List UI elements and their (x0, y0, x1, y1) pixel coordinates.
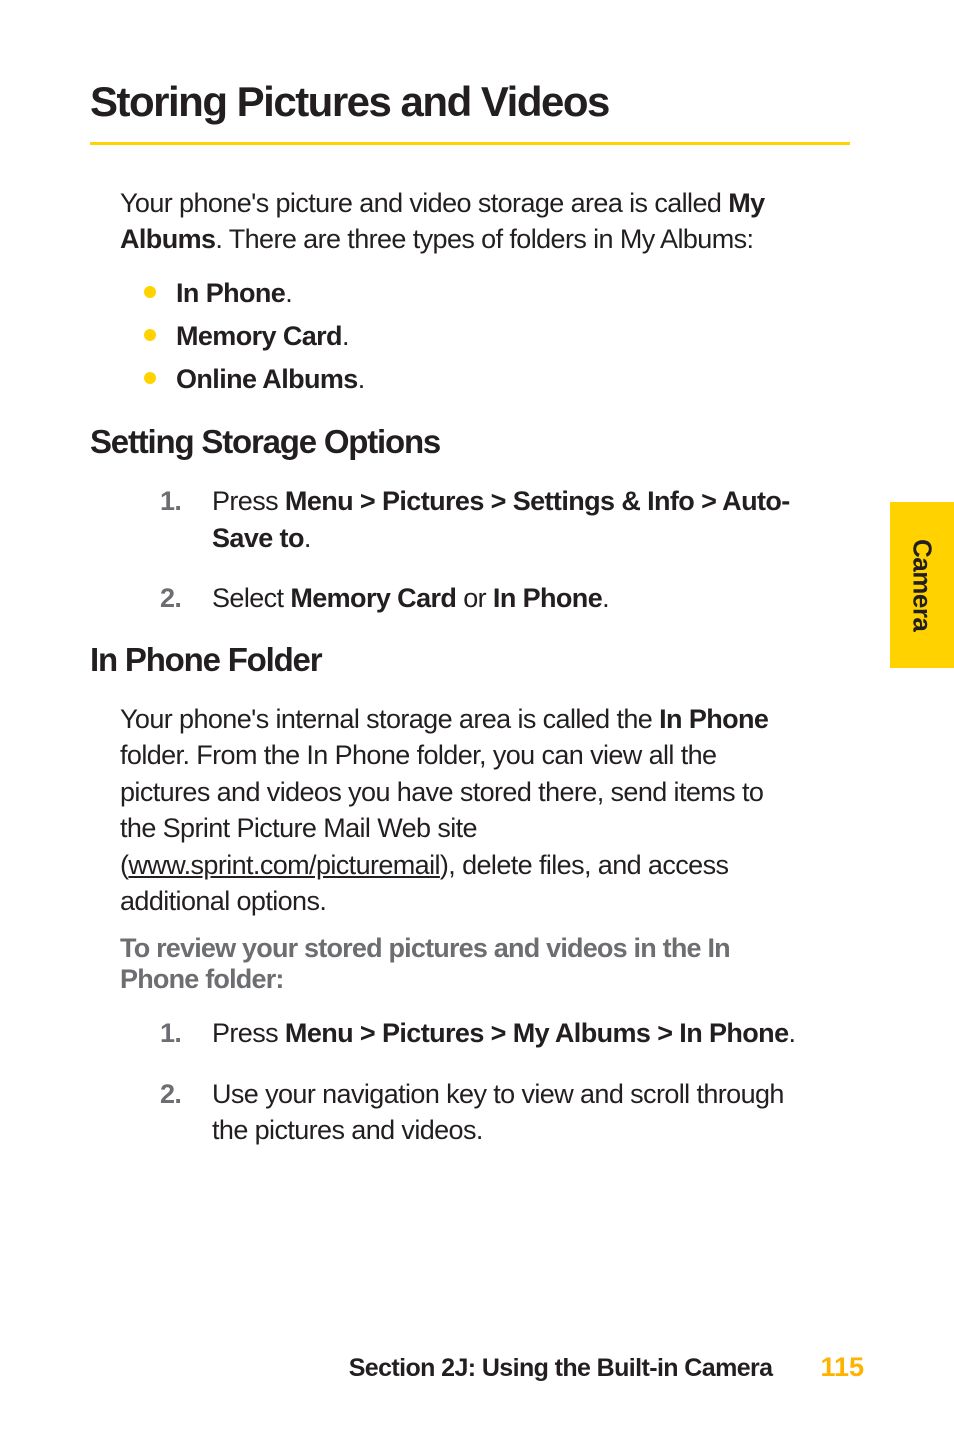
intro-pre: Your phone's picture and video storage a… (120, 188, 728, 218)
heading-in-phone-folder: In Phone Folder (90, 641, 800, 679)
bullet-suffix: . (342, 321, 349, 351)
step-number: 2. (160, 580, 181, 616)
footer-page-number: 115 (820, 1352, 864, 1383)
content-area: Storing Pictures and Videos Your phone's… (90, 78, 850, 1173)
side-tab-label: Camera (907, 539, 938, 631)
intro-paragraph: Your phone's picture and video storage a… (120, 185, 800, 258)
step-pre: Select (212, 583, 290, 613)
step-bold: Menu > Pictures > Settings & Info > Auto… (212, 486, 790, 552)
p-t1: Your phone's internal storage area is ca… (120, 704, 659, 734)
step-text: Use your navigation key to view and scro… (212, 1079, 784, 1145)
step-item: 1. Press Menu > Pictures > My Albums > I… (120, 1015, 800, 1051)
step-bold: Menu > Pictures > My Albums > In Phone (285, 1018, 789, 1048)
step-number: 2. (160, 1076, 181, 1112)
bullet-suffix: . (358, 364, 365, 394)
footer-section: Section 2J: Using the Built-in Camera (349, 1354, 773, 1383)
step-item: 2. Use your navigation key to view and s… (120, 1076, 800, 1149)
step-bold: Memory Card (290, 583, 456, 613)
bullet-text: Online Albums (176, 364, 358, 394)
step-post: . (304, 523, 311, 553)
bullet-list: In Phone. Memory Card. Online Albums. (120, 272, 800, 402)
page: Camera Storing Pictures and Videos Your … (0, 0, 954, 1431)
heading-setting-storage: Setting Storage Options (90, 423, 800, 461)
step-mid: or (456, 583, 493, 613)
side-tab-camera: Camera (890, 502, 954, 668)
page-footer: Section 2J: Using the Built-in Camera 11… (0, 1352, 954, 1383)
p-b1: In Phone (659, 704, 768, 734)
step-number: 1. (160, 483, 181, 519)
bullet-text: In Phone (176, 278, 285, 308)
bullet-item: In Phone. (120, 272, 800, 315)
step-pre: Press (212, 1018, 285, 1048)
intro-post: . There are three types of folders in My… (215, 224, 753, 254)
step-post: . (789, 1018, 796, 1048)
step-item: 2. Select Memory Card or In Phone. (120, 580, 800, 616)
picturemail-link[interactable]: www.sprint.com/picturemail (128, 850, 440, 880)
step-pre: Press (212, 486, 285, 516)
page-title: Storing Pictures and Videos (90, 78, 850, 145)
step-item: 1. Press Menu > Pictures > Settings & In… (120, 483, 800, 556)
lead-text: To review your stored pictures and video… (120, 933, 800, 995)
bullet-item: Memory Card. (120, 315, 800, 358)
in-phone-paragraph: Your phone's internal storage area is ca… (120, 701, 800, 920)
body: Your phone's picture and video storage a… (90, 185, 850, 1149)
step-post: . (602, 583, 609, 613)
bullet-item: Online Albums. (120, 358, 800, 401)
steps-list-2: 1. Press Menu > Pictures > My Albums > I… (120, 1015, 800, 1148)
step-number: 1. (160, 1015, 181, 1051)
step-bold: In Phone (493, 583, 602, 613)
bullet-suffix: . (285, 278, 292, 308)
bullet-text: Memory Card (176, 321, 342, 351)
steps-list-1: 1. Press Menu > Pictures > Settings & In… (120, 483, 800, 616)
